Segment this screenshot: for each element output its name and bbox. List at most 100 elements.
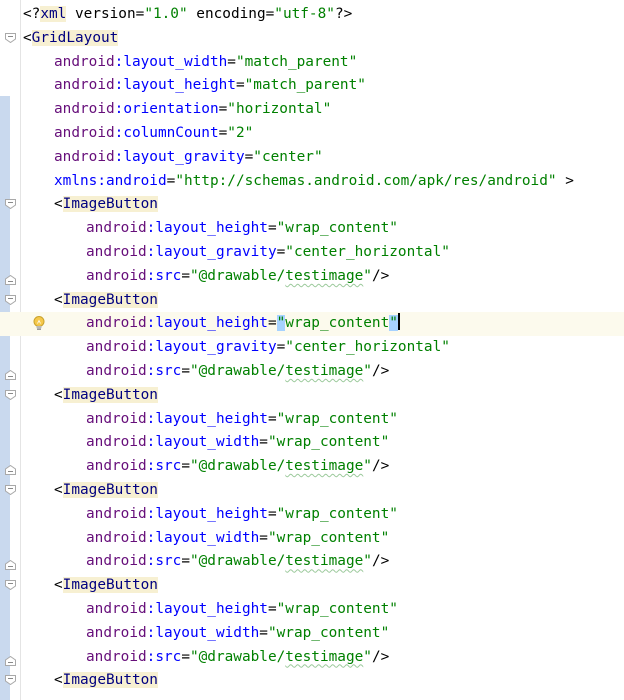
fold-open-icon[interactable] (5, 580, 16, 591)
code-line-text[interactable]: android:src="@drawable/testimage"/> (86, 550, 389, 574)
code-line[interactable]: android:src="@drawable/testimage"/> (0, 646, 624, 670)
code-line-text[interactable]: <ImageButton (54, 193, 158, 217)
code-token: = (267, 220, 277, 237)
code-line[interactable]: <ImageButton (0, 574, 624, 598)
attribute-value: "@drawable/ (189, 267, 286, 284)
code-line[interactable]: <ImageButton (0, 193, 624, 217)
code-line[interactable]: <?xml version="1.0" encoding="utf-8"?> (0, 3, 624, 27)
code-line[interactable]: <ImageButton (0, 479, 624, 503)
code-line-text[interactable]: android:layout_gravity="center" (54, 146, 323, 170)
code-line-text[interactable]: android:layout_height="wrap_content" (86, 598, 398, 622)
code-line-text[interactable]: android:layout_height="wrap_content" (86, 408, 398, 432)
fold-open-icon[interactable] (5, 199, 16, 210)
attribute-value: "http://schemas.android.com/apk/res/andr… (175, 172, 557, 189)
fold-open-icon[interactable] (5, 389, 16, 400)
namespace-prefix: android (86, 624, 147, 641)
namespace-prefix: android (54, 148, 115, 165)
attribute-value: "match_parent" (244, 77, 366, 94)
code-line-text[interactable]: android:layout_height="match_parent" (54, 74, 366, 98)
code-line[interactable]: android:src="@drawable/testimage"/> (0, 265, 624, 289)
code-line-text[interactable]: android:layout_gravity="center_horizonta… (86, 336, 450, 360)
fold-close-icon[interactable] (5, 560, 16, 571)
code-line-text[interactable]: android:orientation="horizontal" (54, 98, 331, 122)
code-line[interactable]: android:layout_height="match_parent" (0, 74, 624, 98)
code-line[interactable]: android:src="@drawable/testimage"/> (0, 455, 624, 479)
fold-close-icon[interactable] (5, 370, 16, 380)
xml-tag-name: ImageButton (62, 386, 158, 403)
attribute-value: " (389, 315, 398, 332)
code-line[interactable]: android:src="@drawable/testimage"/> (0, 550, 624, 574)
code-line-text[interactable]: android:src="@drawable/testimage"/> (86, 265, 389, 289)
code-line[interactable]: android:src="@drawable/testimage"/> (0, 360, 624, 384)
code-token: < (23, 29, 32, 46)
code-line[interactable]: android:layout_height="wrap_content" (0, 503, 624, 527)
code-token: = (181, 648, 190, 665)
code-token: = (181, 267, 190, 284)
code-line-text[interactable]: <ImageButton (54, 574, 158, 598)
code-line-text[interactable]: <ImageButton (54, 669, 158, 693)
code-line[interactable]: <GridLayout (0, 27, 624, 51)
xml-tag-name: ImageButton (62, 291, 158, 308)
code-line[interactable]: <ImageButton (0, 289, 624, 313)
code-line[interactable]: android:layout_width="wrap_content" (0, 527, 624, 551)
code-line-text[interactable]: <GridLayout (23, 27, 119, 51)
fold-open-icon[interactable] (5, 675, 16, 686)
code-line-text[interactable]: <ImageButton (54, 289, 158, 313)
code-token: = (259, 529, 268, 546)
code-line-text[interactable]: android:layout_width="wrap_content" (86, 622, 389, 646)
fold-open-icon[interactable] (5, 485, 16, 495)
code-token: < (54, 577, 63, 594)
code-line-text[interactable]: android:layout_height="wrap_content" (86, 503, 398, 527)
attribute-name: :layout_width (146, 624, 260, 641)
code-line[interactable]: android:layout_height="wrap_content" (0, 598, 624, 622)
code-line-text[interactable]: android:layout_width="match_parent" (54, 51, 357, 75)
code-line-text[interactable]: <?xml version="1.0" encoding="utf-8"?> (23, 3, 352, 27)
fold-open-icon[interactable] (5, 32, 16, 43)
code-line[interactable]: android:layout_width="wrap_content" (0, 431, 624, 455)
code-token: < (54, 291, 63, 308)
namespace-prefix: android (54, 125, 115, 141)
code-line[interactable]: <ImageButton (0, 384, 624, 408)
code-token: < (54, 386, 63, 403)
code-line-text[interactable]: android:layout_width="wrap_content" (86, 527, 389, 551)
code-line[interactable]: android:layout_height="wrap_content" (0, 217, 624, 241)
code-line[interactable]: android:columnCount="2" (0, 122, 624, 146)
code-line[interactable]: android:layout_width="match_parent" (0, 51, 624, 75)
attribute-name: :layout_height (146, 410, 268, 427)
code-line-text[interactable]: android:layout_width="wrap_content" (86, 431, 389, 455)
code-line[interactable]: android:layout_gravity="center" (0, 146, 624, 170)
code-token: = (276, 244, 286, 260)
code-line-text[interactable]: android:src="@drawable/testimage"/> (86, 360, 389, 384)
code-line[interactable]: android:layout_gravity="center_horizonta… (0, 336, 624, 360)
fold-close-icon[interactable] (5, 274, 16, 285)
code-line-current[interactable]: android:layout_height="wrap_content" (0, 312, 624, 337)
lightbulb-icon[interactable] (31, 315, 47, 331)
fold-open-icon[interactable] (5, 294, 16, 305)
code-line-text[interactable]: <ImageButton (54, 384, 158, 408)
fold-close-icon[interactable] (5, 465, 16, 476)
fold-close-icon[interactable] (5, 655, 16, 666)
code-line-text[interactable]: android:src="@drawable/testimage"/> (86, 455, 389, 479)
code-line-text[interactable]: android:layout_height="wrap_content" (86, 217, 398, 241)
attribute-value: "@drawable/ (189, 553, 286, 570)
code-line-text[interactable]: android:layout_gravity="center_horizonta… (86, 241, 450, 265)
namespace-prefix: android (86, 267, 147, 284)
namespace-prefix: android (86, 339, 147, 356)
code-line-text[interactable]: xmlns:android="http://schemas.android.co… (54, 170, 574, 194)
code-line[interactable]: android:orientation="horizontal" (0, 98, 624, 122)
code-line-text[interactable]: android:columnCount="2" (54, 122, 253, 146)
code-token: > (556, 172, 574, 189)
code-line[interactable]: android:layout_height="wrap_content" (0, 408, 624, 432)
xml-code-editor[interactable]: <?xml version="1.0" encoding="utf-8"?> <G… (0, 0, 624, 700)
namespace-prefix: android (86, 529, 147, 546)
code-line[interactable]: <ImageButton (0, 669, 624, 693)
attribute-name: :src (146, 363, 182, 379)
code-line-text[interactable]: android:layout_height="wrap_content" (86, 312, 400, 336)
code-line[interactable]: android:layout_width="wrap_content" (0, 622, 624, 646)
code-line[interactable]: xmlns:android="http://schemas.android.co… (0, 170, 624, 194)
code-line-text[interactable]: android:src="@drawable/testimage"/> (86, 646, 389, 670)
code-line[interactable]: android:layout_gravity="center_horizonta… (0, 241, 624, 265)
code-token: /> (371, 267, 390, 284)
code-line-text[interactable]: <ImageButton (54, 479, 158, 503)
attribute-value: " (363, 267, 372, 284)
